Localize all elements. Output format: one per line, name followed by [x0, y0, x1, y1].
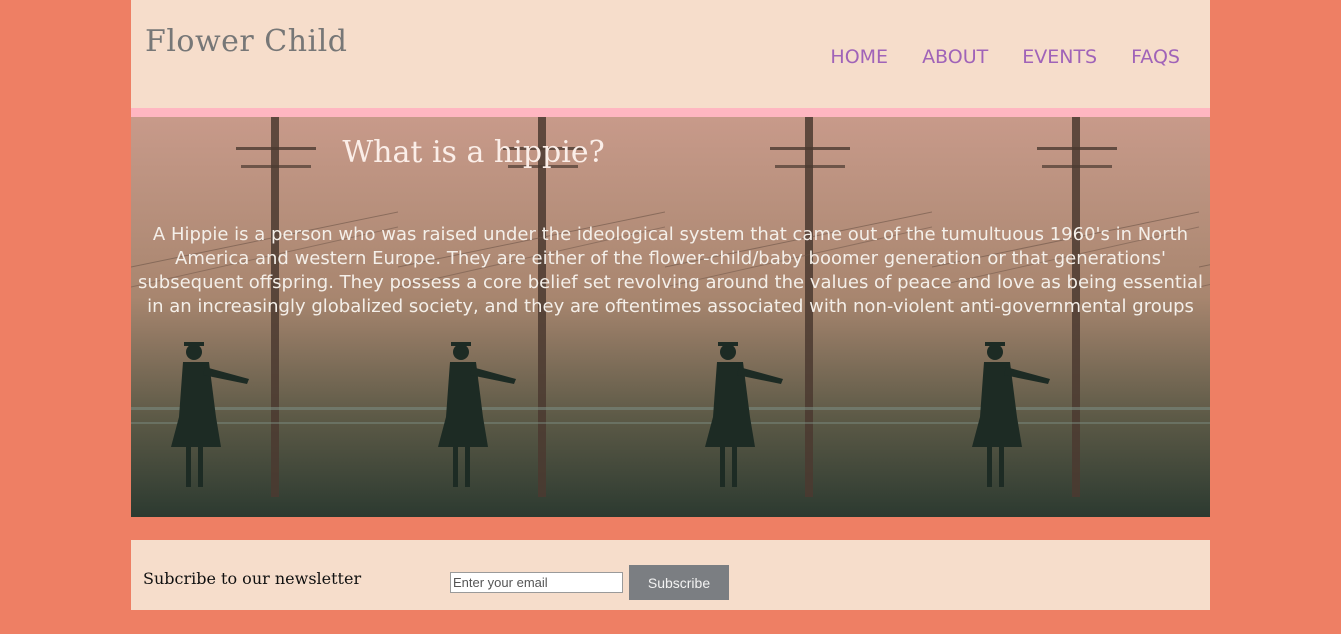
- site-header: Flower Child HOME ABOUT EVENTS FAQS: [131, 0, 1210, 108]
- hero-description: A Hippie is a person who was raised unde…: [137, 224, 1203, 317]
- newsletter-section: Subcribe to our newsletter Subscribe: [131, 540, 1210, 610]
- hero-section: What is a hippie? A Hippie is a person w…: [131, 117, 1210, 517]
- page-container: Flower Child HOME ABOUT EVENTS FAQS What…: [131, 0, 1210, 517]
- nav-faqs-link[interactable]: FAQS: [1131, 46, 1180, 68]
- header-divider: [131, 108, 1210, 117]
- nav-home-link[interactable]: HOME: [830, 46, 888, 68]
- site-logo-text[interactable]: Flower Child: [145, 24, 347, 59]
- nav-events-link[interactable]: EVENTS: [1022, 46, 1097, 68]
- newsletter-label: Subcribe to our newsletter: [143, 569, 362, 588]
- email-input[interactable]: [450, 572, 623, 593]
- hero-title: What is a hippie?: [342, 135, 605, 170]
- subscribe-button[interactable]: Subscribe: [629, 565, 729, 600]
- main-nav: HOME ABOUT EVENTS FAQS: [830, 46, 1180, 68]
- nav-about-link[interactable]: ABOUT: [922, 46, 988, 68]
